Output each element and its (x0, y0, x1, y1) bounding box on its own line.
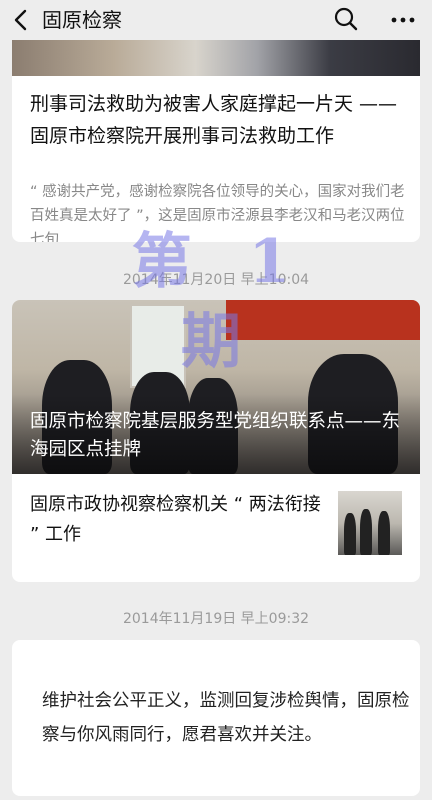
photo-caption: 固原市检察院基层服务型党组织联系点——东海园区点挂牌 (30, 411, 401, 460)
message-text: 维护社会公平正义，监测回复涉检舆情，固原检察与你风雨同行，愿君喜欢并关注。 (42, 691, 410, 745)
search-icon[interactable] (332, 5, 360, 33)
sub-article-title[interactable]: 固原市政协视察检察机关 “ 两法衔接 ” 工作 (30, 490, 330, 550)
more-dots-icon[interactable] (388, 6, 418, 34)
sub-article-thumbnail[interactable] (338, 491, 402, 555)
chevron-left-icon[interactable] (8, 6, 36, 34)
timestamp: 2014年11月19日 早上09:32 (122, 611, 310, 627)
top-bar: 固原检察 (0, 0, 432, 40)
article-headline: 刑事司法救助为被害人家庭撑起一片天 —— 固原市检察院开展刑事司法救助工作 (30, 93, 398, 147)
issue-watermark: 第 1 期 (131, 227, 309, 377)
message-card: 维护社会公平正义，监测回复涉检舆情，固原检察与你风雨同行，愿君喜欢并关注。 (12, 640, 420, 796)
article-card[interactable]: 刑事司法救助为被害人家庭撑起一片天 —— 固原市检察院开展刑事司法救助工作 “ … (12, 30, 420, 242)
page-title: 固原检察 (42, 8, 122, 32)
